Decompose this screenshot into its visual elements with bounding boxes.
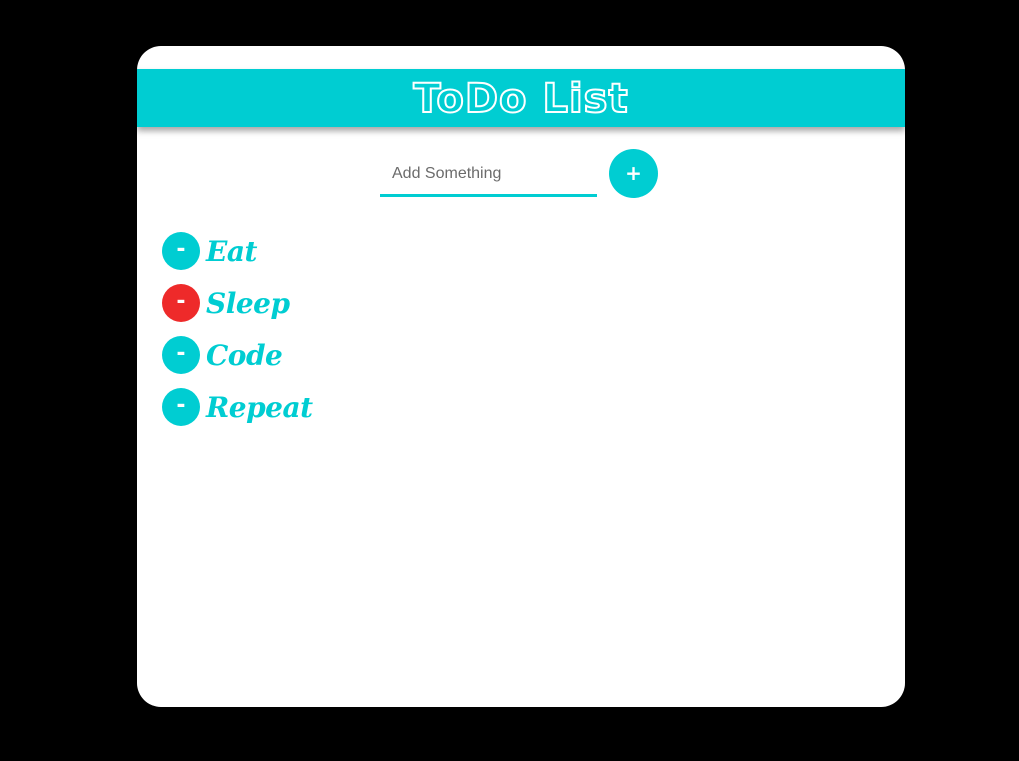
header-bar: ToDo List <box>137 69 905 127</box>
delete-todo-button[interactable]: - <box>162 336 200 374</box>
todo-card: ToDo List + - Eat - Sleep - Code - Repea… <box>137 46 905 707</box>
page-title: ToDo List <box>412 75 629 123</box>
todo-item-eat: - Eat <box>162 232 313 270</box>
todo-item-code: - Code <box>162 336 313 374</box>
delete-todo-button[interactable]: - <box>162 232 200 270</box>
todo-item-sleep: - Sleep <box>162 284 313 322</box>
add-todo-button[interactable]: + <box>609 148 658 198</box>
add-todo-input[interactable] <box>380 153 597 197</box>
todo-list: - Eat - Sleep - Code - Repeat <box>162 232 313 440</box>
delete-todo-button[interactable]: - <box>162 284 200 322</box>
todo-item-repeat: - Repeat <box>162 388 313 426</box>
todo-text: Code <box>206 338 283 372</box>
todo-text: Eat <box>206 234 257 268</box>
add-row: + <box>380 148 658 198</box>
todo-text: Repeat <box>206 390 313 424</box>
delete-todo-button[interactable]: - <box>162 388 200 426</box>
todo-text: Sleep <box>206 286 290 320</box>
